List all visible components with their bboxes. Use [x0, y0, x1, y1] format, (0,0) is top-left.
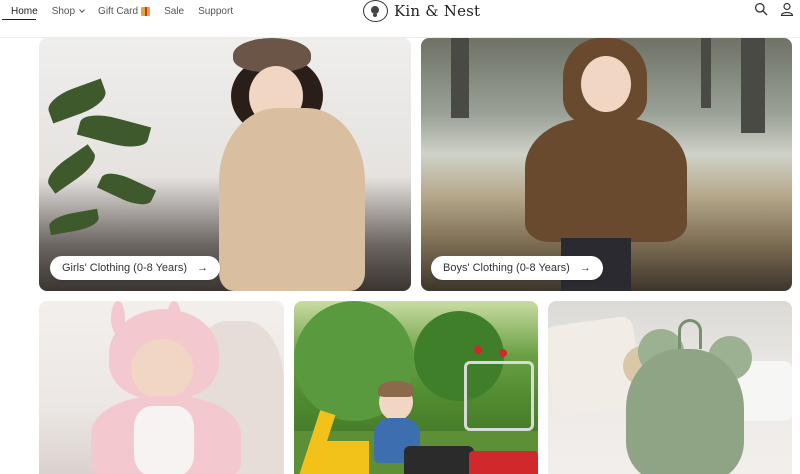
plant-leaf-image — [42, 144, 101, 194]
baby-collection-card[interactable] — [39, 301, 284, 474]
active-nav-underline — [2, 19, 36, 20]
bunny-ear-image — [167, 301, 181, 335]
puffer-jacket-image — [525, 118, 687, 242]
site-header: Home Shop Gift Card Sale Support Kin & N… — [0, 0, 800, 38]
nav-support[interactable]: Support — [191, 2, 240, 20]
main-nav: Home Shop Gift Card Sale Support — [4, 0, 240, 22]
gift-icon — [141, 6, 151, 16]
chevron-down-icon — [79, 6, 85, 13]
garden-chair-image — [464, 361, 534, 431]
toys-collection-card[interactable] — [294, 301, 538, 474]
flower-image — [499, 349, 507, 357]
boys-clothing-label: Boys' Clothing (0-8 Years) — [443, 262, 570, 274]
tree-trunk-image — [741, 38, 765, 133]
plant-leaf-image — [96, 167, 157, 211]
bunny-patch-image — [134, 406, 194, 474]
boys-clothing-card[interactable]: Boys' Clothing (0-8 Years) → — [421, 38, 792, 291]
brand-logo[interactable]: Kin & Nest — [363, 0, 480, 22]
nav-home[interactable]: Home — [4, 2, 45, 20]
tree-trunk-image — [451, 38, 469, 118]
backpack-handle-image — [678, 319, 702, 349]
nav-gift-card-label: Gift Card — [98, 5, 139, 17]
toy-tractor-image — [404, 446, 474, 474]
nav-home-label: Home — [11, 5, 38, 17]
arrow-right-icon: → — [579, 262, 591, 274]
girls-clothing-card[interactable]: Girls' Clothing (0-8 Years) → — [39, 38, 411, 291]
arrow-right-icon: → — [197, 262, 208, 274]
nav-shop-label: Shop — [51, 5, 76, 17]
header-actions — [754, 2, 794, 17]
flower-image — [474, 346, 482, 354]
girls-clothing-label: Girls' Clothing (0-8 Years) — [62, 262, 187, 274]
toy-trailer-image — [469, 451, 538, 474]
girls-clothing-link[interactable]: Girls' Clothing (0-8 Years) → — [50, 256, 220, 280]
fur-coat-image — [219, 108, 365, 291]
search-icon[interactable] — [754, 2, 768, 16]
bear-logo-icon — [363, 0, 388, 22]
nav-support-label: Support — [198, 5, 234, 17]
plush-backpack-image — [626, 349, 744, 474]
nav-gift-card[interactable]: Gift Card — [91, 2, 157, 20]
nav-shop[interactable]: Shop — [45, 2, 91, 20]
account-icon[interactable] — [780, 2, 794, 17]
boys-clothing-link[interactable]: Boys' Clothing (0-8 Years) → — [431, 256, 603, 280]
toy-excavator-image — [314, 441, 369, 474]
brand-name: Kin & Nest — [394, 2, 481, 20]
nav-sale[interactable]: Sale — [157, 2, 191, 20]
bunny-ear-image — [111, 301, 125, 335]
baby-face-image — [131, 339, 193, 399]
plant-leaf-image — [47, 208, 101, 236]
tree-trunk-image — [701, 38, 711, 108]
child-hair-image — [378, 381, 414, 397]
accessories-collection-card[interactable] — [548, 301, 792, 474]
child-face-image — [581, 56, 631, 112]
nav-sale-label: Sale — [164, 5, 185, 17]
